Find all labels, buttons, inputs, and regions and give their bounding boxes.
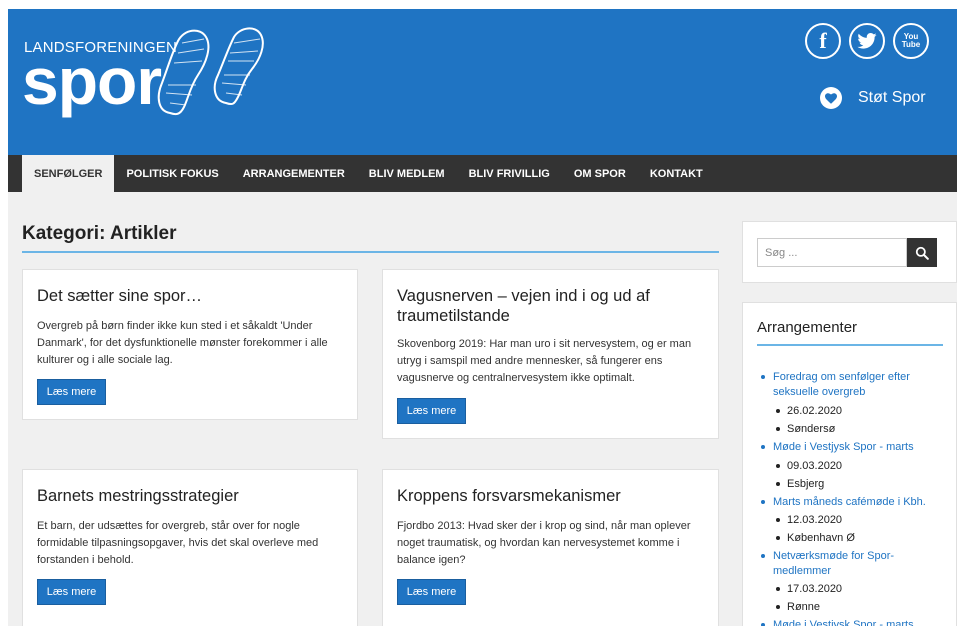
article-title[interactable]: Det sætter sine spor… <box>37 286 337 306</box>
event-date: 17.03.2020 <box>787 583 843 595</box>
nav-item-arrangementer[interactable]: ARRANGEMENTER <box>231 155 357 192</box>
twitter-icon[interactable] <box>849 23 885 59</box>
read-more-button[interactable]: Læs mere <box>397 398 466 424</box>
events-divider <box>757 344 943 346</box>
read-more-button[interactable]: Læs mere <box>397 579 466 605</box>
main-nav: SENFØLGER POLITISK FOKUS ARRANGEMENTER B… <box>8 155 957 192</box>
article-title[interactable]: Kroppens forsvarsmekanismer <box>397 486 697 506</box>
heart-icon <box>820 87 842 109</box>
event-link[interactable]: Marts måneds cafémøde i Kbh. <box>773 495 933 510</box>
page: LANDSFORENINGEN spor f You Tube Støt Spo… <box>8 9 957 626</box>
search-icon <box>915 246 929 260</box>
page-title: Kategori: Artikler <box>22 223 177 244</box>
article-excerpt: Skovenborg 2019: Har man uro i sit nerve… <box>397 338 692 384</box>
events-widget: Arrangementer Foredrag om senfølger efte… <box>742 302 957 626</box>
nav-item-om-spor[interactable]: OM SPOR <box>562 155 638 192</box>
event-place: Esbjerg <box>787 478 825 490</box>
article-card: Vagusnerven – vejen ind i og ud af traum… <box>382 269 719 439</box>
site-header: LANDSFORENINGEN spor f You Tube Støt Spo… <box>8 9 957 155</box>
article-card: Barnets mestringsstrategier Et barn, der… <box>22 469 358 626</box>
nav-item-bliv-medlem[interactable]: BLIV MEDLEM <box>357 155 457 192</box>
footprints-logo-icon[interactable] <box>148 23 268 119</box>
support-label: Støt Spor <box>858 89 926 106</box>
article-excerpt: Et barn, der udsættes for overgreb, står… <box>37 520 319 566</box>
article-title[interactable]: Barnets mestringsstrategier <box>37 486 337 506</box>
event-date: 26.02.2020 <box>787 405 843 417</box>
read-more-button[interactable]: Læs mere <box>37 379 106 405</box>
article-card: Det sætter sine spor… Overgreb på børn f… <box>22 269 358 420</box>
title-divider <box>22 251 719 253</box>
facebook-icon[interactable]: f <box>805 23 841 59</box>
event-place: København Ø <box>787 532 855 544</box>
event-link[interactable]: Møde i Vestjysk Spor - marts <box>773 440 933 455</box>
support-link[interactable]: Støt Spor <box>820 87 926 109</box>
event-link[interactable]: Møde i Vestjysk Spor - marts <box>773 618 933 626</box>
logo-big-text[interactable]: spor <box>22 48 162 114</box>
nav-item-politisk-fokus[interactable]: POLITISK FOKUS <box>114 155 230 192</box>
event-link[interactable]: Foredrag om senfølger efter seksuelle ov… <box>773 370 933 399</box>
event-date: 12.03.2020 <box>787 514 843 526</box>
event-date: 09.03.2020 <box>787 460 843 472</box>
search-input[interactable] <box>757 238 907 267</box>
read-more-button[interactable]: Læs mere <box>37 579 106 605</box>
nav-item-bliv-frivillig[interactable]: BLIV FRIVILLIG <box>457 155 562 192</box>
events-title: Arrangementer <box>757 319 858 336</box>
youtube-icon[interactable]: You Tube <box>893 23 929 59</box>
article-excerpt: Fjordbo 2013: Hvad sker der i krop og si… <box>397 520 691 566</box>
search-button[interactable] <box>907 238 937 267</box>
event-place: Rønne <box>787 601 821 613</box>
event-place: Søndersø <box>787 423 836 435</box>
event-link[interactable]: Netværksmøde for Spor-medlemmer <box>773 549 913 578</box>
article-title[interactable]: Vagusnerven – vejen ind i og ud af traum… <box>397 286 697 326</box>
search-widget <box>742 221 957 283</box>
youtube-bottom: Tube <box>901 40 921 49</box>
article-excerpt: Overgreb på børn finder ikke kun sted i … <box>37 320 328 366</box>
nav-item-kontakt[interactable]: KONTAKT <box>638 155 715 192</box>
nav-item-senfolger[interactable]: SENFØLGER <box>22 155 115 192</box>
article-card: Kroppens forsvarsmekanismer Fjordbo 2013… <box>382 469 719 626</box>
